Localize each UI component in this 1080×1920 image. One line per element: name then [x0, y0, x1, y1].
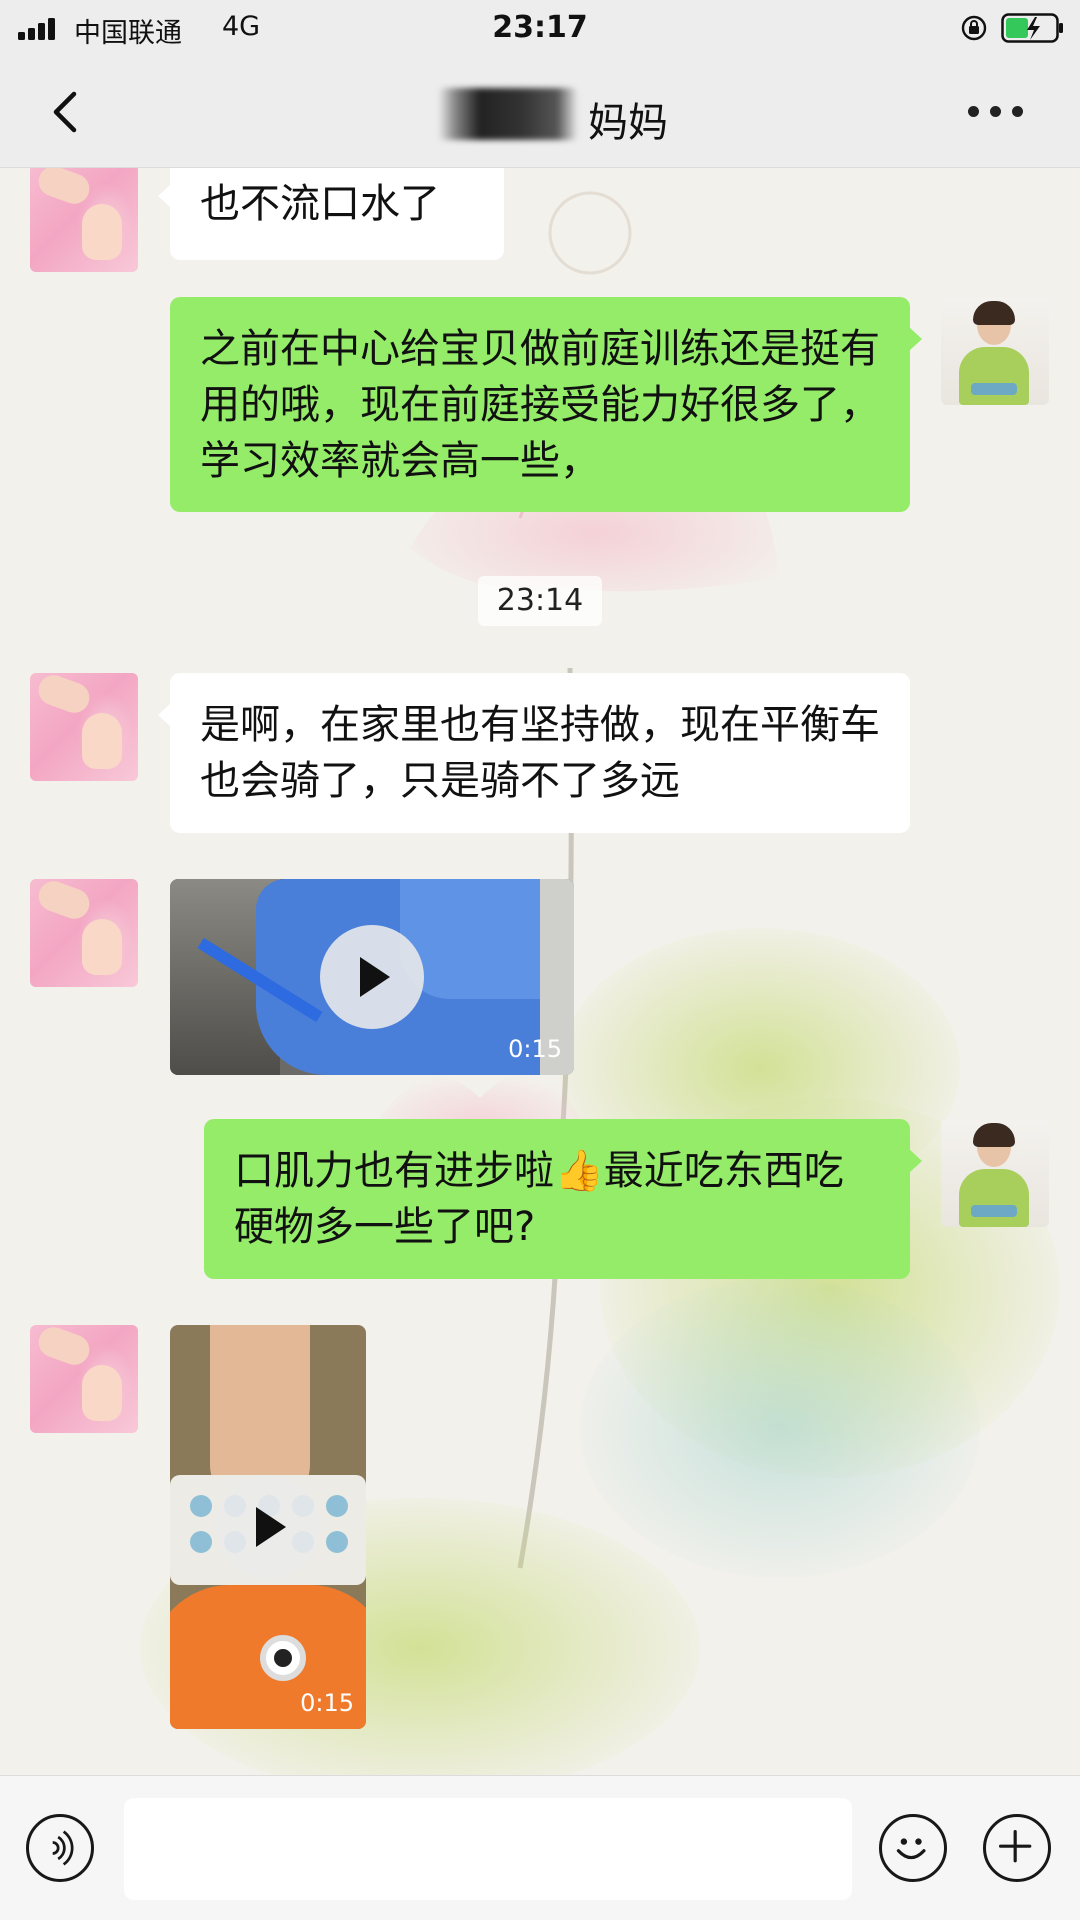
- chat-title-text: 妈妈: [588, 100, 668, 146]
- video-duration: 0:15: [300, 1689, 354, 1717]
- status-bar: 中国联通 4G 23:17: [0, 0, 1080, 56]
- status-time: 23:17: [492, 10, 588, 45]
- message-text: 口肌力也有进步啦👍最近吃东西吃硬物多一些了吧?: [234, 1148, 844, 1250]
- contact-avatar[interactable]: [30, 879, 138, 987]
- self-avatar[interactable]: [941, 297, 1049, 405]
- more-dots-icon[interactable]: [968, 106, 1024, 120]
- chat-title: 妈妈: [0, 90, 1080, 148]
- message-bubble[interactable]: 是啊，在家里也有坚持做，现在平衡车也会骑了，只是骑不了多远: [158, 673, 910, 833]
- video-duration: 0:15: [508, 1035, 562, 1063]
- contact-avatar[interactable]: [30, 673, 138, 781]
- rotation-lock-icon: [961, 15, 987, 41]
- input-bar: [0, 1775, 1080, 1920]
- self-avatar[interactable]: [941, 1119, 1049, 1227]
- contact-avatar[interactable]: [30, 1325, 138, 1433]
- message-text: 之前在中心给宝贝做前庭训练还是挺有用的哦，现在前庭接受能力好很多了，学习效率就会…: [200, 326, 880, 484]
- message-input[interactable]: [124, 1798, 852, 1900]
- chat-header: 妈妈: [0, 56, 1080, 168]
- chat-messages[interactable]: 也不流口水了 之前在中心给宝贝做前庭训练还是挺有用的哦，现在前庭接受能力好很多了…: [0, 168, 1080, 1775]
- message-bubble[interactable]: 也不流口水了: [158, 168, 504, 260]
- plus-icon[interactable]: [983, 1814, 1051, 1882]
- video-message[interactable]: 0:15: [170, 1325, 366, 1729]
- video-message[interactable]: 0:15: [170, 879, 574, 1075]
- message-bubble[interactable]: 之前在中心给宝贝做前庭训练还是挺有用的哦，现在前庭接受能力好很多了，学习效率就会…: [170, 297, 922, 512]
- play-icon[interactable]: [216, 1475, 320, 1579]
- message-bubble[interactable]: 口肌力也有进步啦👍最近吃东西吃硬物多一些了吧?: [204, 1119, 922, 1279]
- voice-icon[interactable]: [26, 1814, 94, 1882]
- emoji-icon[interactable]: [879, 1814, 947, 1882]
- message-text: 也不流口水了: [200, 181, 440, 227]
- battery-icon: [1001, 13, 1063, 43]
- message-text: 是啊，在家里也有坚持做，现在平衡车也会骑了，只是骑不了多远: [200, 702, 880, 804]
- play-icon[interactable]: [320, 925, 424, 1029]
- time-divider: 23:14: [478, 576, 602, 626]
- contact-avatar[interactable]: [30, 168, 138, 272]
